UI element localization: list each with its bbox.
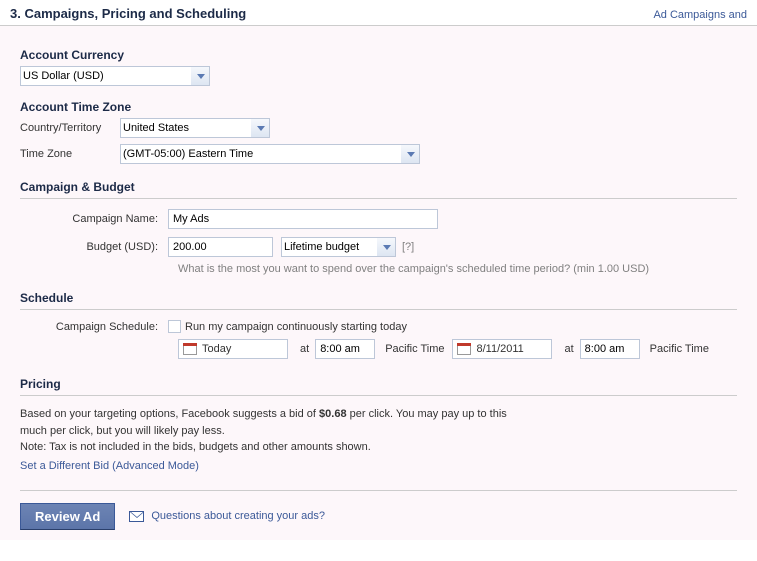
- budget-hint: What is the most you want to spend over …: [178, 263, 737, 275]
- account-timezone-title: Account Time Zone: [20, 100, 737, 114]
- end-date-field[interactable]: 8/11/2011: [452, 339, 552, 359]
- start-date-field[interactable]: Today: [178, 339, 288, 359]
- at-label-1: at: [300, 343, 309, 355]
- tz-label-1: Pacific Time: [385, 343, 444, 355]
- budget-input[interactable]: [168, 237, 273, 257]
- continuous-label: Run my campaign continuously starting to…: [185, 321, 407, 333]
- calendar-icon: [183, 343, 197, 355]
- currency-select[interactable]: US Dollar (USD): [20, 66, 210, 86]
- end-date-value: 8/11/2011: [476, 343, 523, 355]
- ad-campaigns-link[interactable]: Ad Campaigns and: [653, 9, 747, 21]
- calendar-icon: [457, 343, 471, 355]
- at-label-2: at: [564, 343, 573, 355]
- start-time-input[interactable]: [315, 339, 375, 359]
- budget-help-icon[interactable]: [?]: [402, 241, 414, 253]
- mail-icon: [129, 511, 144, 522]
- schedule-label: Campaign Schedule:: [20, 321, 168, 333]
- review-ad-button[interactable]: Review Ad: [20, 503, 115, 530]
- section-header: 3. Campaigns, Pricing and Scheduling: [10, 6, 246, 21]
- pricing-title: Pricing: [20, 377, 737, 391]
- account-currency-title: Account Currency: [20, 48, 737, 62]
- advanced-bid-link[interactable]: Set a Different Bid (Advanced Mode): [20, 460, 737, 472]
- country-label: Country/Territory: [20, 122, 120, 134]
- end-time-input[interactable]: [580, 339, 640, 359]
- budget-label: Budget (USD):: [20, 241, 168, 253]
- timezone-select[interactable]: (GMT-05:00) Eastern Time: [120, 144, 420, 164]
- tz-label-2: Pacific Time: [650, 343, 709, 355]
- pricing-text: Based on your targeting options, Faceboo…: [20, 406, 737, 456]
- campaign-name-label: Campaign Name:: [20, 213, 168, 225]
- campaign-name-input[interactable]: [168, 209, 438, 229]
- questions-link[interactable]: Questions about creating your ads?: [151, 510, 325, 522]
- country-select[interactable]: United States: [120, 118, 270, 138]
- schedule-title: Schedule: [20, 291, 737, 305]
- start-date-value: Today: [202, 343, 231, 355]
- budget-type-select[interactable]: Lifetime budget: [281, 237, 396, 257]
- continuous-checkbox[interactable]: [168, 320, 181, 333]
- campaign-budget-title: Campaign & Budget: [20, 180, 737, 194]
- timezone-label: Time Zone: [20, 148, 120, 160]
